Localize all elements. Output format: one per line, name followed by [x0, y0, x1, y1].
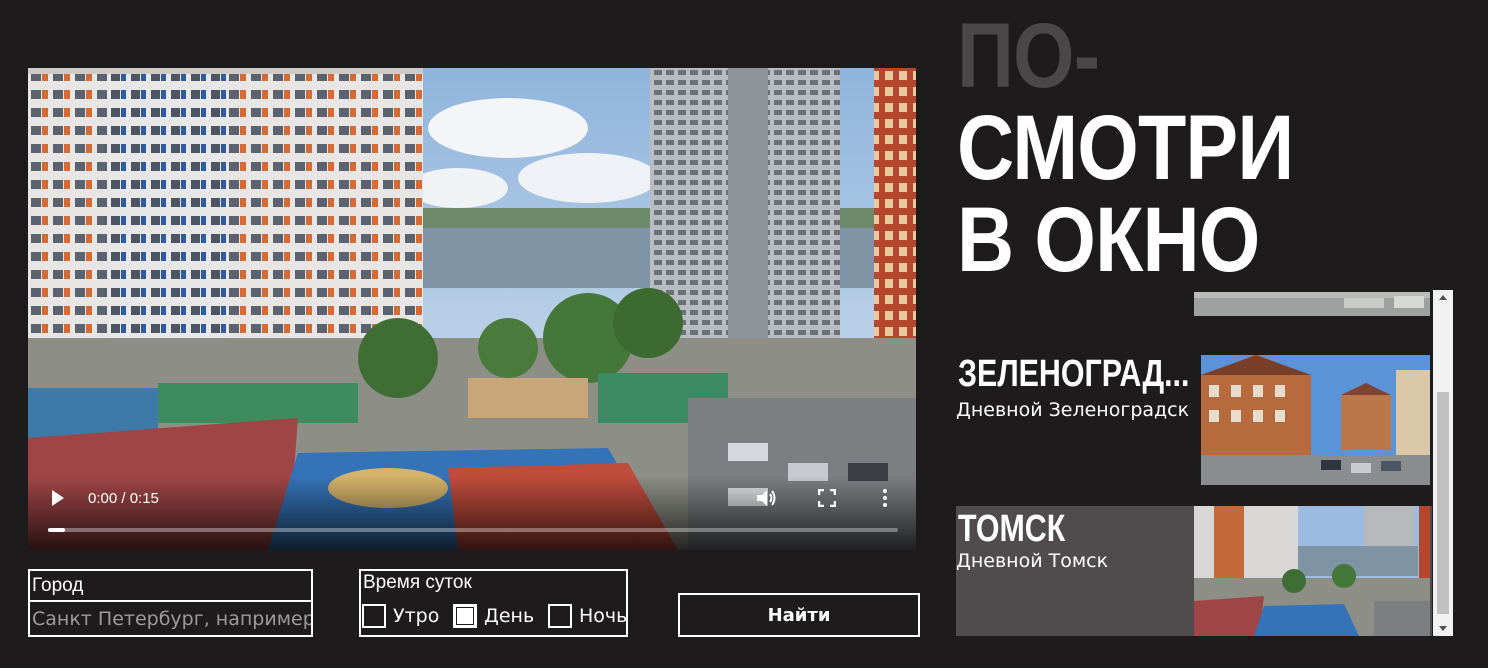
- scroll-up-arrow-icon[interactable]: [1433, 290, 1453, 306]
- page-title-line-2: СМОТРИ: [957, 97, 1294, 199]
- result-subtitle: Дневной Зеленоградск: [956, 399, 1190, 421]
- play-icon[interactable]: [50, 488, 66, 508]
- option-morning-label: Утро: [393, 605, 440, 627]
- video-time: 0:00 / 0:15: [88, 490, 159, 507]
- page-title-line-1: ПО-: [957, 5, 1100, 107]
- video-progress-fill: [48, 528, 65, 532]
- option-day-label: День: [484, 605, 535, 627]
- result-card-tomsk[interactable]: ТОМСК Дневной Томск: [956, 506, 1432, 636]
- find-button[interactable]: Найти: [678, 593, 920, 637]
- result-thumbnail: [1201, 355, 1430, 485]
- checkbox-morning[interactable]: [362, 604, 386, 628]
- video-controls: 0:00 / 0:15: [28, 476, 916, 550]
- result-title: ЗЕЛЕНОГРАД...: [958, 353, 1190, 395]
- results-list[interactable]: ЗЕЛЕНОГРАД... Дневной Зеленоградск ТОМСК…: [956, 290, 1432, 636]
- time-of-day-label: Время суток: [363, 572, 472, 593]
- previous-result-thumbnail[interactable]: [1194, 292, 1430, 316]
- option-night[interactable]: Ночь: [548, 603, 627, 629]
- time-of-day-group: Время суток Утро День Ночь: [359, 569, 628, 637]
- scroll-down-arrow-icon[interactable]: [1433, 620, 1453, 636]
- result-card-zelenogradsk[interactable]: ЗЕЛЕНОГРАД... Дневной Зеленоградск: [956, 353, 1432, 485]
- scrollbar-thumb[interactable]: [1437, 392, 1449, 614]
- checkbox-day[interactable]: [453, 604, 477, 628]
- results-scrollbar[interactable]: [1433, 290, 1453, 636]
- city-field-group: Город: [28, 569, 313, 637]
- fullscreen-icon[interactable]: [817, 488, 837, 508]
- option-day[interactable]: День: [453, 603, 534, 629]
- result-title: ТОМСК: [958, 508, 1066, 550]
- result-thumbnail: [1194, 506, 1430, 636]
- option-night-label: Ночь: [579, 605, 628, 627]
- volume-icon[interactable]: [756, 488, 778, 508]
- page-title: ПО- СМОТРИ В ОКНО: [957, 5, 1294, 291]
- more-options-icon[interactable]: [882, 488, 888, 508]
- page-title-line-3: В ОКНО: [957, 189, 1260, 291]
- video-progress-bar[interactable]: [48, 528, 898, 532]
- city-input[interactable]: [30, 602, 311, 635]
- city-label: Город: [30, 571, 311, 602]
- result-subtitle: Дневной Томск: [956, 550, 1109, 572]
- option-morning[interactable]: Утро: [362, 603, 439, 629]
- video-player[interactable]: 0:00 / 0:15: [28, 68, 916, 550]
- checkbox-night[interactable]: [548, 604, 572, 628]
